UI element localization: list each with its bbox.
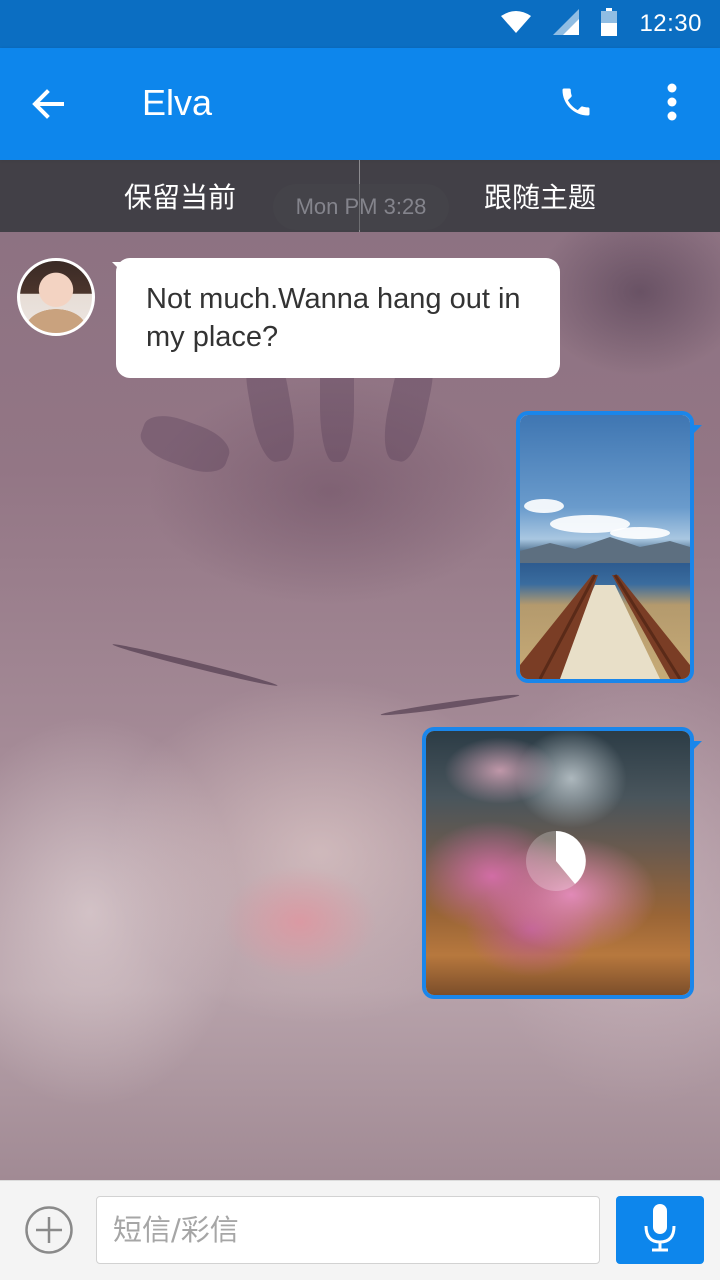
contact-avatar[interactable] xyxy=(17,258,95,336)
status-bar: 12:30 xyxy=(0,0,720,48)
microphone-icon xyxy=(643,1203,677,1257)
wallpaper-cat-eye-right xyxy=(380,692,520,718)
message-timestamp: Mon PM 3:28 xyxy=(273,184,449,230)
wallpaper-cat-stripe xyxy=(135,407,235,481)
bubble-tail xyxy=(694,741,702,749)
contact-name: Elva xyxy=(142,82,213,123)
more-vert-icon xyxy=(667,83,677,126)
cell-signal-icon xyxy=(553,8,580,40)
message-composer xyxy=(0,1180,720,1280)
bubble-tail xyxy=(694,425,702,433)
back-button[interactable] xyxy=(22,80,74,132)
call-button[interactable] xyxy=(550,78,602,130)
sending-progress-indicator xyxy=(524,829,588,893)
wifi-icon xyxy=(501,10,532,39)
outgoing-image-message[interactable] xyxy=(516,411,694,683)
message-input-field[interactable] xyxy=(96,1196,679,1264)
voice-input-button[interactable] xyxy=(616,1196,704,1264)
phone-icon xyxy=(558,84,594,125)
app-bar: Elva xyxy=(0,48,720,160)
wallpaper-cat-eye-left xyxy=(111,641,279,689)
status-time: 12:30 xyxy=(639,10,702,37)
attach-button[interactable] xyxy=(22,1205,76,1259)
message-input[interactable] xyxy=(113,1197,533,1263)
more-options-button[interactable] xyxy=(648,78,696,130)
battery-icon xyxy=(601,7,618,41)
add-circle-icon xyxy=(24,1205,74,1260)
incoming-message-bubble[interactable]: Not much.Wanna hang out in my place? xyxy=(116,258,560,378)
pier-over-lake-photo xyxy=(520,415,690,679)
outgoing-image-message-sending[interactable] xyxy=(422,727,694,999)
photo-pier xyxy=(520,574,690,679)
message-text: Not much.Wanna hang out in my place? xyxy=(146,283,521,353)
back-arrow-icon xyxy=(30,86,66,127)
